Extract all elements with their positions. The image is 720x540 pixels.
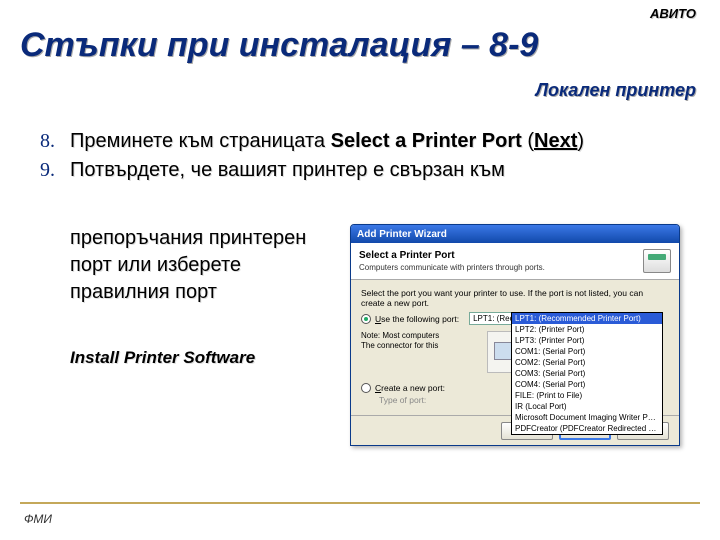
dropdown-item[interactable]: LPT1: (Recommended Printer Port) xyxy=(512,313,662,324)
steps-list: 8. Преминете към страницата Select a Pri… xyxy=(40,130,696,188)
text: Преминете към страницата xyxy=(70,130,331,152)
text: ( xyxy=(522,130,534,152)
dropdown-item[interactable]: FILE: (Print to File) xyxy=(512,390,662,401)
note-line: The connector for this xyxy=(361,341,481,351)
list-item: 8. Преминете към страницата Select a Pri… xyxy=(40,130,696,153)
dropdown-item[interactable]: COM4: (Serial Port) xyxy=(512,379,662,390)
printer-icon xyxy=(643,249,671,273)
list-number: 9. xyxy=(40,159,70,182)
note-line: Note: Most computers xyxy=(361,331,481,341)
dropdown-item[interactable]: PDFCreator (PDFCreator Redirected Port) xyxy=(512,423,662,434)
radio-label: Use the following port: xyxy=(375,314,459,324)
list-text: Преминете към страницата Select a Printe… xyxy=(70,130,696,153)
install-label: Install Printer Software xyxy=(70,348,255,368)
footer-text: ФМИ xyxy=(24,512,52,526)
dropdown-item[interactable]: Microsoft Document Imaging Writer Port: … xyxy=(512,412,662,423)
radio-icon[interactable] xyxy=(361,314,371,324)
dropdown-item[interactable]: COM3: (Serial Port) xyxy=(512,368,662,379)
text: ) xyxy=(577,130,584,152)
wizard-subtitle: Computers communicate with printers thro… xyxy=(359,263,545,272)
continuation-text: препоръчания принтерен порт или изберете… xyxy=(70,225,320,306)
emphasis: Select a Printer Port xyxy=(331,130,522,152)
page-title: Стъпки при инсталация – 8-9 xyxy=(20,26,538,65)
radio-icon[interactable] xyxy=(361,383,371,393)
dropdown-item[interactable]: LPT3: (Printer Port) xyxy=(512,335,662,346)
radio-label: Create a new port: xyxy=(375,383,445,393)
page-subtitle: Локален принтер xyxy=(536,80,696,101)
add-printer-wizard-window: Add Printer Wizard Select a Printer Port… xyxy=(350,224,680,446)
wizard-header: Select a Printer Port Computers communic… xyxy=(351,243,679,280)
wizard-title: Select a Printer Port xyxy=(359,250,545,261)
dropdown-item[interactable]: COM1: (Serial Port) xyxy=(512,346,662,357)
note-text: Note: Most computers The connector for t… xyxy=(361,331,481,373)
list-text: Потвърдете, че вашият принтер е свързан … xyxy=(70,159,696,182)
titlebar[interactable]: Add Printer Wizard xyxy=(351,225,679,243)
corner-tag: АВИТО xyxy=(650,6,696,21)
dropdown-item[interactable]: IR (Local Port) xyxy=(512,401,662,412)
footer-divider xyxy=(20,502,700,504)
dropdown-item[interactable]: LPT2: (Printer Port) xyxy=(512,324,662,335)
list-number: 8. xyxy=(40,130,70,153)
body-intro: Select the port you want your printer to… xyxy=(361,288,669,308)
port-dropdown-list[interactable]: LPT1: (Recommended Printer Port) LPT2: (… xyxy=(511,312,663,435)
emphasis-link: Next xyxy=(534,130,577,152)
dropdown-item[interactable]: COM2: (Serial Port) xyxy=(512,357,662,368)
wizard-body: Select the port you want your printer to… xyxy=(351,280,679,418)
list-item: 9. Потвърдете, че вашият принтер е свърз… xyxy=(40,159,696,182)
